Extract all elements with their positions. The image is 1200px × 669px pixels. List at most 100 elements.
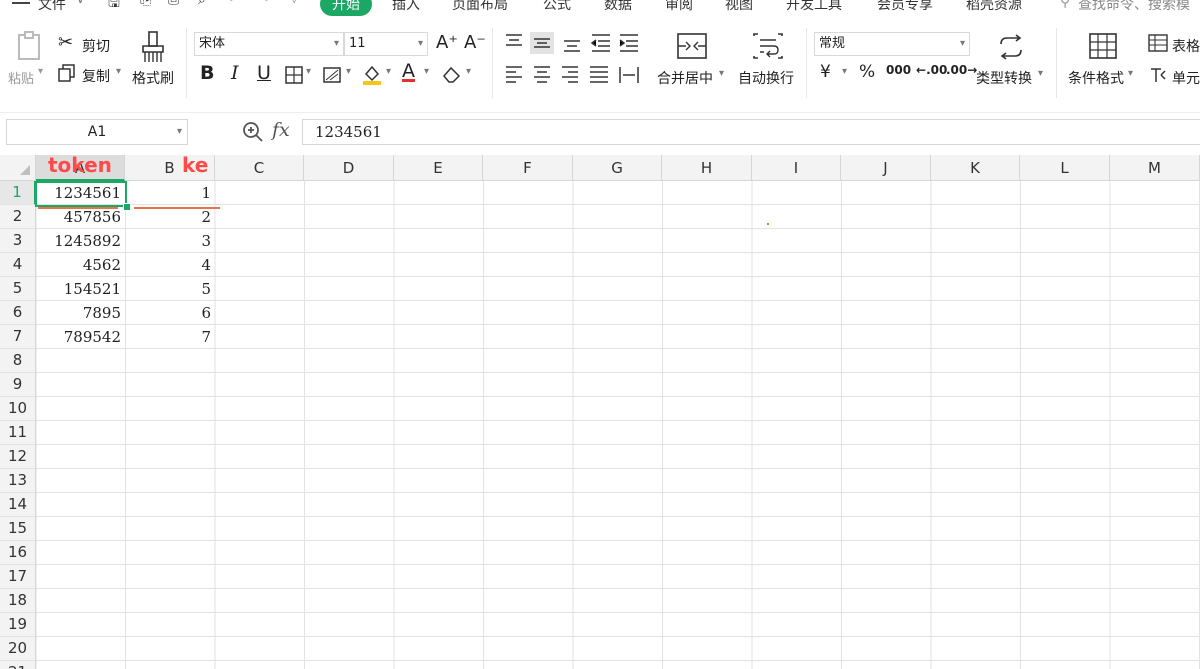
column-header-k[interactable]: K <box>931 155 1020 181</box>
paste-icon[interactable] <box>16 30 44 62</box>
type-convert-dropdown-icon[interactable]: ▾ <box>1038 68 1043 79</box>
cell-b7[interactable]: 7 <box>125 325 215 349</box>
formula-input[interactable]: 1234561 <box>302 119 1200 145</box>
decrease-font-icon[interactable]: A⁻ <box>464 32 486 53</box>
clear-dropdown-icon[interactable]: ▾ <box>466 66 471 77</box>
thousands-button[interactable]: 000 <box>886 63 911 77</box>
cell-a7[interactable]: 789542 <box>36 325 125 349</box>
underline-button[interactable]: U <box>257 62 271 84</box>
cut-button[interactable]: 剪切 <box>82 36 110 56</box>
row-header-4[interactable]: 4 <box>0 253 36 277</box>
cell-b3[interactable]: 3 <box>125 229 215 253</box>
row-header-1[interactable]: 1 <box>0 181 36 205</box>
zoom-icon[interactable] <box>242 121 264 143</box>
cut-icon[interactable]: ✂ <box>58 32 73 53</box>
column-header-h[interactable]: H <box>662 155 752 181</box>
tab-formulas[interactable]: 公式 <box>543 0 571 14</box>
row-header-5[interactable]: 5 <box>0 277 36 301</box>
menu-icon[interactable] <box>12 0 30 8</box>
select-all-corner[interactable] <box>0 155 36 181</box>
save-icon[interactable]: 🖫 <box>108 0 120 16</box>
copy-icon[interactable] <box>58 64 76 82</box>
table-style-button[interactable]: 表格 <box>1172 36 1200 56</box>
row-header-2[interactable]: 2 <box>0 205 36 229</box>
row-header-21[interactable]: 21 <box>0 661 36 669</box>
cell-b5[interactable]: 5 <box>125 277 215 301</box>
cell-b4[interactable]: 4 <box>125 253 215 277</box>
fill-color-dropdown-icon[interactable]: ▾ <box>386 66 391 77</box>
merge-dropdown-icon[interactable]: ▾ <box>719 68 724 79</box>
row-header-6[interactable]: 6 <box>0 301 36 325</box>
column-header-i[interactable]: I <box>752 155 841 181</box>
fill-pattern-icon[interactable] <box>322 65 344 85</box>
print-preview-icon[interactable]: ⌕ <box>198 0 206 8</box>
column-header-e[interactable]: E <box>394 155 483 181</box>
cell-button[interactable]: 单元 <box>1172 68 1200 88</box>
print-icon[interactable]: ⎙ <box>168 0 179 8</box>
fill-handle[interactable] <box>123 203 131 211</box>
conditional-format-icon[interactable] <box>1088 32 1118 60</box>
tab-developer[interactable]: 开发工具 <box>786 0 842 14</box>
italic-button[interactable]: I <box>231 62 239 84</box>
table-style-icon[interactable] <box>1148 34 1168 52</box>
column-header-l[interactable]: L <box>1020 155 1110 181</box>
tab-review[interactable]: 审阅 <box>665 0 693 14</box>
row-header-8[interactable]: 8 <box>0 349 36 373</box>
increase-font-icon[interactable]: A⁺ <box>436 32 458 53</box>
row-header-18[interactable]: 18 <box>0 589 36 613</box>
row-header-7[interactable]: 7 <box>0 325 36 349</box>
cell-a4[interactable]: 4562 <box>36 253 125 277</box>
cell-b6[interactable]: 6 <box>125 301 215 325</box>
column-header-c[interactable]: C <box>215 155 304 181</box>
tab-data[interactable]: 数据 <box>604 0 632 14</box>
command-search[interactable]: 查找命令、搜索模 <box>1078 0 1190 14</box>
wrap-text-icon[interactable] <box>752 32 784 60</box>
bold-button[interactable]: B <box>200 62 214 84</box>
fill-pattern-dropdown-icon[interactable]: ▾ <box>346 66 351 77</box>
tab-view[interactable]: 视图 <box>725 0 753 14</box>
column-header-g[interactable]: G <box>573 155 662 181</box>
undo-icon[interactable]: ↶ <box>228 0 240 8</box>
format-painter-button[interactable]: 格式刷 <box>132 68 174 88</box>
cell-a3[interactable]: 1245892 <box>36 229 125 253</box>
paste-button[interactable]: 粘贴 <box>8 68 34 87</box>
wrap-text-button[interactable]: 自动换行 <box>738 68 794 88</box>
row-header-19[interactable]: 19 <box>0 613 36 637</box>
chevron-down-icon[interactable]: ∨ <box>76 0 85 6</box>
row-header-3[interactable]: 3 <box>0 229 36 253</box>
column-header-f[interactable]: F <box>483 155 573 181</box>
tab-member[interactable]: 会员专享 <box>877 0 933 14</box>
currency-button[interactable]: ¥ <box>820 62 831 82</box>
row-header-9[interactable]: 9 <box>0 373 36 397</box>
conditional-format-dropdown-icon[interactable]: ▾ <box>1128 68 1133 79</box>
row-header-11[interactable]: 11 <box>0 421 36 445</box>
column-header-d[interactable]: D <box>304 155 394 181</box>
row-header-16[interactable]: 16 <box>0 541 36 565</box>
format-painter-icon[interactable] <box>140 30 166 64</box>
paste-dropdown-icon[interactable]: ▾ <box>38 66 43 77</box>
row-header-10[interactable]: 10 <box>0 397 36 421</box>
cell-a6[interactable]: 7895 <box>36 301 125 325</box>
redo-icon[interactable]: ↷ <box>258 0 270 8</box>
type-convert-button[interactable]: 类型转换 <box>976 68 1032 88</box>
decrease-decimal-button[interactable]: .00→ <box>946 63 977 77</box>
font-color-button[interactable]: A <box>402 60 415 82</box>
menu-file[interactable]: 文件 <box>38 0 66 14</box>
tab-start[interactable]: 开始 <box>320 0 372 16</box>
row-header-20[interactable]: 20 <box>0 637 36 661</box>
currency-dropdown-icon[interactable]: ▾ <box>842 66 847 77</box>
tab-page-layout[interactable]: 页面布局 <box>452 0 508 14</box>
border-icon[interactable] <box>284 65 304 85</box>
copy-button[interactable]: 复制 <box>82 66 110 86</box>
column-header-m[interactable]: M <box>1110 155 1200 181</box>
fx-button[interactable]: fx <box>272 119 290 141</box>
column-header-j[interactable]: J <box>841 155 931 181</box>
font-color-dropdown-icon[interactable]: ▾ <box>424 66 429 77</box>
percent-button[interactable]: % <box>859 62 875 82</box>
increase-decimal-button[interactable]: ←.00 <box>916 63 947 77</box>
search-icon[interactable]: ⚲ <box>1060 0 1070 10</box>
cell-a5[interactable]: 154521 <box>36 277 125 301</box>
row-header-13[interactable]: 13 <box>0 469 36 493</box>
number-format-select[interactable]: 常规 ▾ <box>814 32 970 56</box>
cell-format-icon[interactable] <box>1148 65 1168 85</box>
